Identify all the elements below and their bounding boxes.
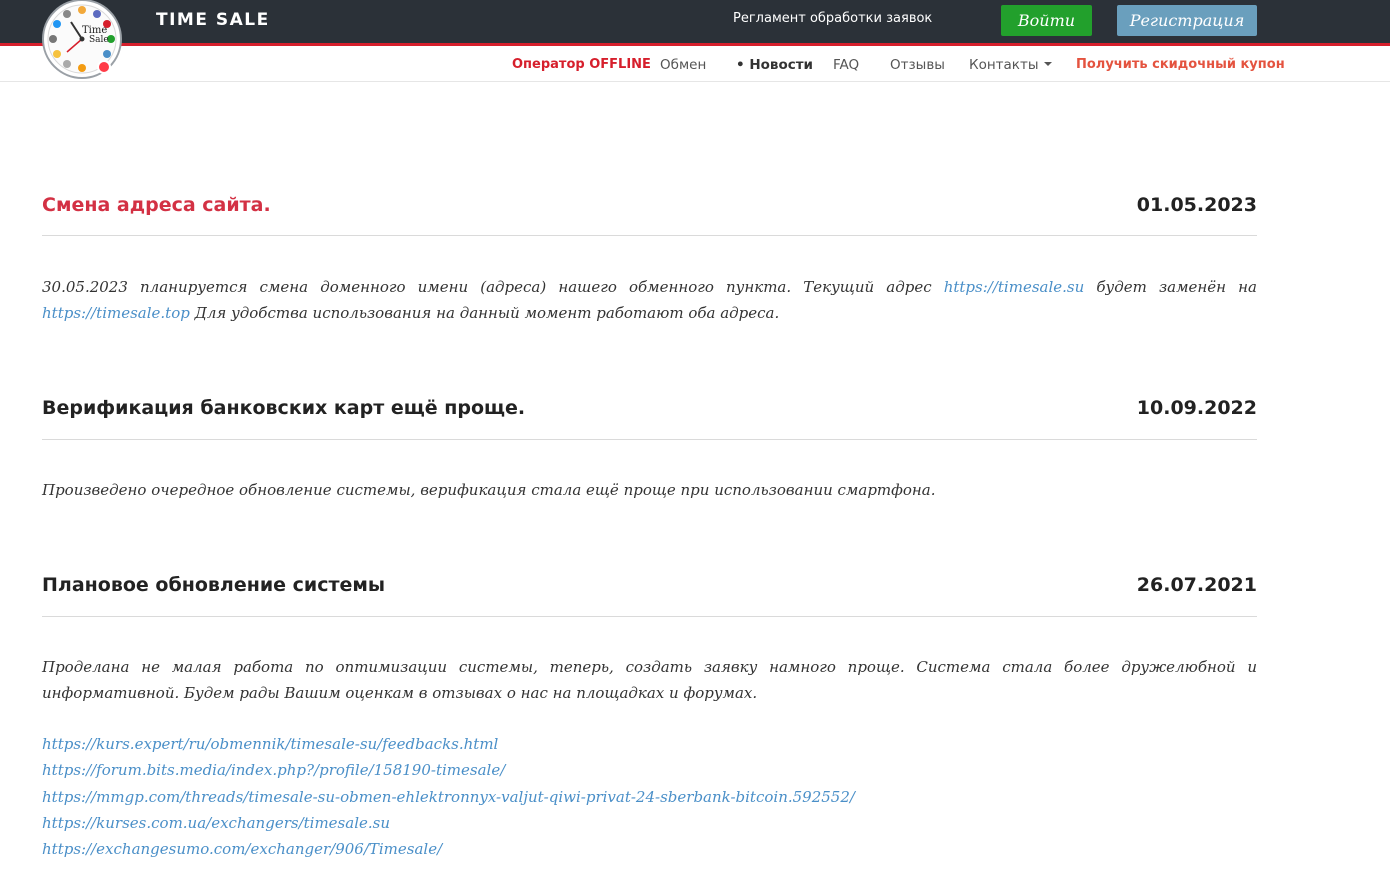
news-text: Произведено очередное обновление системы… [42,481,936,499]
login-button[interactable]: Войти [1001,5,1092,36]
feedback-link[interactable]: https://mmgp.com/threads/timesale-su-obm… [42,788,855,806]
news-title[interactable]: Смена адреса сайта. [42,194,271,216]
news-date: 01.05.2023 [1136,194,1257,216]
news-date: 10.09.2022 [1136,397,1257,419]
nav-item-reviews[interactable]: Отзывы [890,57,945,73]
news-divider [42,235,1257,236]
news-text-part: Для удобства использования на данный мом… [189,304,780,322]
feedback-link[interactable]: https://kurs.expert/ru/obmennik/timesale… [42,735,498,753]
news-divider [42,616,1257,617]
nav-item-exchange[interactable]: Обмен [660,57,706,73]
nav-item-news[interactable]: • Новости [736,57,813,73]
feedback-link[interactable]: https://exchangesumo.com/exchanger/906/T… [42,840,442,858]
main-navigation: Оператор OFFLINE Обмен • Новости FAQ Отз… [0,49,1390,82]
logo-text-sale: Sale [89,35,109,45]
nav-item-contacts[interactable]: Контакты [969,57,1053,73]
news-link[interactable]: https://timesale.su [944,278,1085,296]
news-date: 26.07.2021 [1136,574,1257,596]
coupon-link[interactable]: Получить скидочный купон [1076,57,1285,72]
news-text: Проделана не малая работа по оптимизации… [42,658,1257,702]
feedback-link[interactable]: https://kurses.com.ua/exchangers/timesal… [42,814,390,832]
news-text: 30.05.2023 планируется смена доменного и… [42,274,1257,326]
news-item-header: Смена адреса сайта. 01.05.2023 [42,194,1257,224]
feedback-link[interactable]: https://forum.bits.media/index.php?/prof… [42,761,505,779]
news-item-header: Верификация банковских карт ещё проще. 1… [42,397,1257,427]
clock-logo[interactable]: Time Sale [41,0,123,80]
nav-item-faq[interactable]: FAQ [833,57,859,73]
brand-name[interactable]: TIME SALE [156,10,270,30]
news-text-part: будет заменён на [1084,278,1257,296]
news-title[interactable]: Верификация банковских карт ещё проще. [42,397,525,419]
news-item-header: Плановое обновление системы 26.07.2021 [42,574,1257,604]
news-text-part: 30.05.2023 планируется смена доменного и… [42,278,944,296]
reglament-link[interactable]: Регламент обработки заявок [733,11,932,26]
news-divider [42,439,1257,440]
top-header-bar: TIME SALE Регламент обработки заявок Вой… [0,0,1390,46]
news-title[interactable]: Плановое обновление системы [42,574,385,596]
register-button[interactable]: Регистрация [1117,5,1257,36]
operator-status: Оператор OFFLINE [512,57,651,72]
chevron-down-icon [1044,62,1053,66]
news-link[interactable]: https://timesale.top [42,304,190,322]
nav-contacts-label: Контакты [969,57,1039,73]
